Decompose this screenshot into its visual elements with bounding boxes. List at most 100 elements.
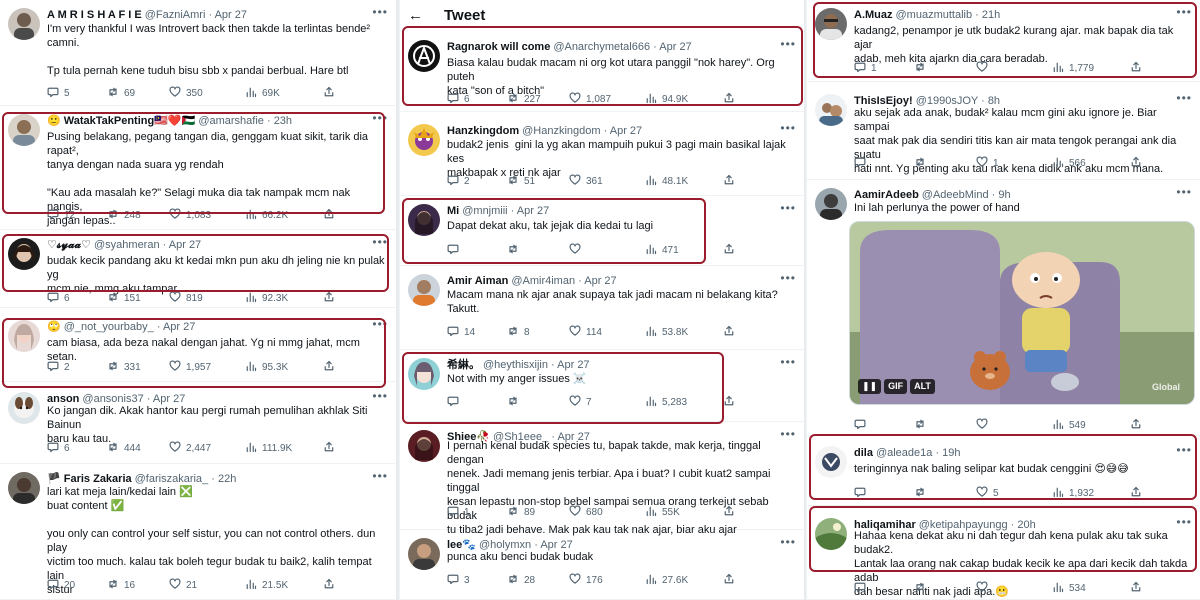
like-button[interactable]: 819 [169, 291, 203, 306]
like-button[interactable]: 114 [569, 325, 602, 340]
reply-button[interactable] [854, 581, 871, 596]
retweet-button[interactable]: 151 [107, 291, 141, 306]
more-options-icon[interactable]: ••• [1176, 91, 1192, 105]
author-handle[interactable]: @fariszakaria_ [135, 473, 209, 485]
avatar[interactable] [815, 446, 847, 478]
author-name[interactable]: 🙂 WatakTakPenting🇲🇾❤️🇵🇸 [47, 115, 195, 127]
more-options-icon[interactable]: ••• [372, 5, 388, 19]
views-button[interactable]: 94.9K [645, 92, 688, 107]
more-options-icon[interactable]: ••• [780, 535, 796, 549]
like-button[interactable]: 176 [569, 573, 603, 588]
tweet-card[interactable]: 🏴 Faris Zakaria @fariszakaria_ · 22h ••• la… [0, 464, 396, 600]
like-button[interactable]: 1 [976, 156, 999, 171]
avatar[interactable] [408, 358, 440, 390]
reply-button[interactable]: 5 [47, 86, 70, 101]
like-button[interactable]: 1,083 [169, 208, 211, 223]
tweet-card[interactable]: Hanzkingdom @Hanzkingdom · Apr 27 ••• budak… [400, 116, 804, 196]
retweet-button[interactable]: 89 [507, 505, 535, 520]
reply-button[interactable]: 14 [447, 325, 475, 340]
retweet-button[interactable] [507, 243, 524, 258]
retweet-button[interactable]: 51 [507, 174, 535, 189]
more-options-icon[interactable]: ••• [372, 111, 388, 125]
tweet-card[interactable]: ♡𝓼𝔂𝓪𝓪♡ @syahmeran · Apr 27 ••• budak kecik … [0, 230, 396, 308]
more-options-icon[interactable]: ••• [780, 271, 796, 285]
more-options-icon[interactable]: ••• [780, 37, 796, 51]
share-button[interactable] [723, 243, 735, 258]
author-handle[interactable]: @heythisxijin [483, 359, 548, 371]
author-handle[interactable]: @amarshafie [198, 115, 264, 127]
share-button[interactable] [723, 505, 735, 520]
alt-badge[interactable]: ALT [910, 379, 935, 394]
avatar[interactable] [408, 204, 440, 236]
share-button[interactable] [1130, 581, 1142, 596]
share-button[interactable] [323, 360, 335, 375]
tweet-card[interactable]: Shiee🥀 @Sh1eee_ · Apr 27 ••• I pernah kenal… [400, 422, 804, 536]
share-button[interactable] [323, 208, 335, 223]
tweet-time[interactable]: Apr 27 [610, 125, 642, 137]
reply-button[interactable] [447, 243, 464, 258]
views-button[interactable]: 53.8K [645, 325, 688, 340]
author-handle[interactable]: @mnjmiii [462, 205, 507, 217]
share-button[interactable] [323, 578, 335, 593]
more-options-icon[interactable]: ••• [372, 469, 388, 483]
like-button[interactable] [569, 243, 586, 258]
avatar[interactable] [408, 274, 440, 306]
avatar[interactable] [815, 518, 847, 550]
like-button[interactable]: 1,087 [569, 92, 611, 107]
reply-button[interactable]: 12 [47, 208, 75, 223]
reply-button[interactable]: 20 [47, 578, 75, 593]
like-button[interactable] [976, 61, 993, 76]
author-handle[interactable]: @AdeebMind [922, 189, 989, 201]
tweet-card[interactable]: A M R I S H A F I E @FazniAmri · Apr 27 ••… [0, 0, 396, 106]
like-button[interactable]: 2,447 [169, 441, 211, 456]
retweet-button[interactable] [914, 581, 931, 596]
views-button[interactable]: 48.1K [645, 174, 688, 189]
retweet-button[interactable] [914, 418, 931, 433]
views-button[interactable]: 5,283 [645, 395, 687, 410]
views-button[interactable]: 111.9K [245, 441, 292, 456]
like-button[interactable] [976, 581, 993, 596]
tweet-card[interactable]: Amir Aiman @Amir4iman · Apr 27 ••• Macam ma… [400, 266, 804, 350]
tweet-time[interactable]: Apr 27 [169, 239, 201, 251]
retweet-button[interactable]: 8 [507, 325, 530, 340]
reply-button[interactable]: 6 [47, 291, 70, 306]
views-button[interactable]: 1,932 [1052, 486, 1094, 501]
like-button[interactable]: 21 [169, 578, 197, 593]
author-name[interactable]: dila [854, 447, 873, 459]
share-button[interactable] [723, 395, 735, 410]
more-options-icon[interactable]: ••• [372, 235, 388, 249]
tweet-card[interactable]: 🙂 WatakTakPenting🇲🇾❤️🇵🇸 @amarshafie · 23h… [0, 106, 396, 230]
avatar[interactable] [8, 320, 40, 352]
tweet-card[interactable]: 🙄 @_not_yourbaby_ · Apr 27 ••• cam biasa, a… [0, 312, 396, 382]
reply-button[interactable]: 6 [47, 441, 70, 456]
author-name[interactable]: 希綝。 [447, 359, 480, 371]
like-button[interactable]: 350 [169, 86, 203, 101]
retweet-button[interactable]: 227 [507, 92, 541, 107]
tweet-time[interactable]: 19h [942, 447, 960, 459]
retweet-button[interactable]: 248 [107, 208, 141, 223]
author-name[interactable]: Mi [447, 205, 459, 217]
views-button[interactable]: 1,779 [1052, 61, 1094, 76]
tweet-card[interactable]: Ragnarok will come @Anarchymetal666 · Apr… [400, 32, 804, 112]
avatar[interactable] [8, 8, 40, 40]
share-button[interactable] [723, 92, 735, 107]
more-options-icon[interactable]: ••• [780, 121, 796, 135]
reply-button[interactable]: 6 [447, 92, 470, 107]
tweet-time[interactable]: 22h [218, 473, 236, 485]
author-handle[interactable]: @Hanzkingdom [522, 125, 600, 137]
share-button[interactable] [1130, 156, 1142, 171]
author-name[interactable]: Amir Aiman [447, 275, 508, 287]
share-button[interactable] [723, 573, 735, 588]
like-button[interactable]: 1,957 [169, 360, 211, 375]
more-options-icon[interactable]: ••• [1176, 443, 1192, 457]
views-button[interactable]: 549 [1052, 418, 1086, 433]
avatar[interactable] [815, 94, 847, 126]
author-handle[interactable]: @Amir4iman [511, 275, 575, 287]
share-button[interactable] [1130, 486, 1142, 501]
author-handle[interactable]: @FazniAmri [145, 9, 206, 21]
author-name[interactable]: Hanzkingdom [447, 125, 519, 137]
reply-button[interactable] [854, 156, 871, 171]
tweet-card[interactable]: dila @aleade1a · 19h ••• teringinnya nak ba… [807, 438, 1200, 506]
tweet-card[interactable]: ThisIsEjoy! @1990sJOY · 8h ••• aku sejak ad… [807, 86, 1200, 180]
views-button[interactable]: 471 [645, 243, 679, 258]
